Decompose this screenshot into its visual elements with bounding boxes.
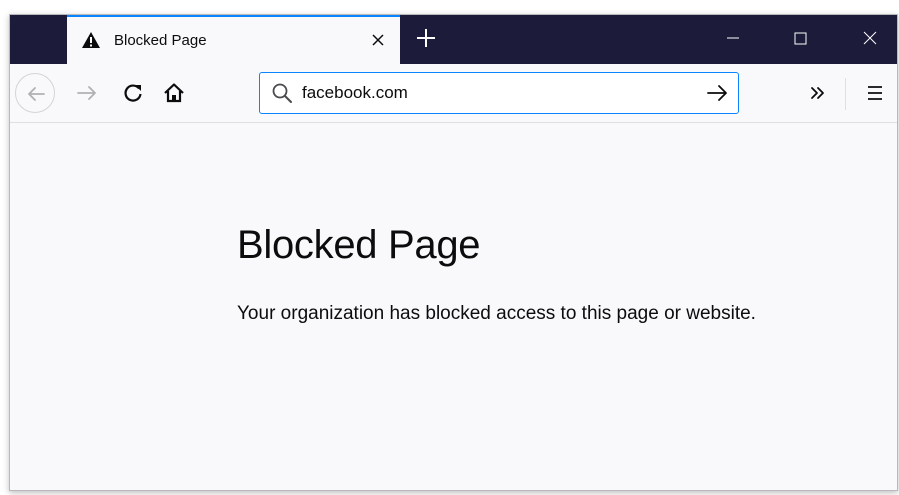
tab-title: Blocked Page [114,32,207,49]
home-icon [164,83,184,103]
close-window-icon[interactable] [855,23,885,53]
back-button[interactable] [15,73,55,113]
overflow-button[interactable] [801,76,835,110]
menu-button[interactable] [858,76,892,110]
tab-blocked-page[interactable]: Blocked Page [67,15,400,64]
forward-arrow-icon [77,86,96,100]
blocked-message: Your organization has blocked access to … [237,303,756,324]
close-tab-icon[interactable] [366,28,390,52]
new-tab-plus-icon[interactable] [413,25,439,51]
hamburger-menu-icon [868,86,882,100]
search-icon [271,82,293,104]
page-title: Blocked Page [237,223,481,267]
url-input[interactable] [302,81,682,105]
title-bar: Blocked Page [10,15,897,64]
home-button[interactable] [157,76,191,110]
page-content: Blocked Page Your organization has block… [10,123,897,490]
warning-icon [81,31,101,49]
forward-button[interactable] [71,76,105,110]
chevron-double-right-icon [811,87,824,99]
browser-window: Blocked Page facebook.com Blocked Page Y… [9,14,898,491]
navigation-toolbar [10,64,897,123]
minimize-icon[interactable] [718,23,748,53]
maximize-icon[interactable] [785,23,815,53]
url-bar[interactable] [259,72,739,114]
back-arrow-icon [28,87,45,101]
go-arrow-icon[interactable] [704,80,730,106]
toolbar-separator [845,78,846,110]
reload-button[interactable] [116,76,150,110]
reload-icon [124,84,142,102]
